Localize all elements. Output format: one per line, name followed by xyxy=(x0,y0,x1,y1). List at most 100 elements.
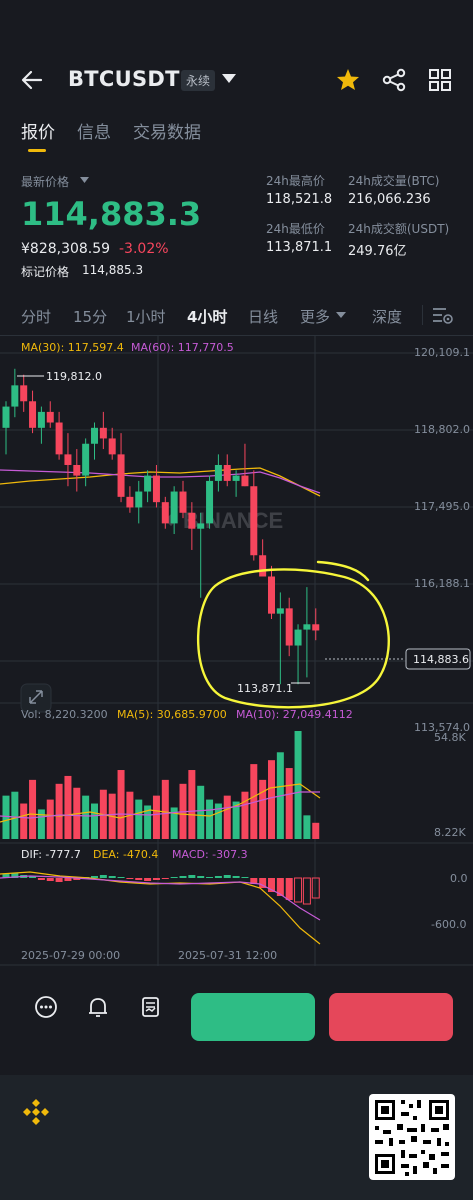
macd-bar xyxy=(179,876,187,878)
candle-body xyxy=(73,464,81,476)
chart-settings-icon[interactable] xyxy=(432,306,454,326)
low-marker-label: 113,871.1 xyxy=(237,682,293,695)
tab-info[interactable]: 信息 xyxy=(77,118,111,143)
macd-bar xyxy=(294,877,303,903)
candle-body xyxy=(241,475,249,487)
alert-action[interactable] xyxy=(73,995,123,1023)
grid-trade-icon xyxy=(142,997,159,1017)
macd-bar xyxy=(311,877,320,899)
qr-code-pattern xyxy=(375,1100,449,1176)
price-axis-label: 117,495.0 xyxy=(414,500,470,513)
price-axis-label: 118,802.0 xyxy=(414,423,470,436)
macd-axis-label: -600.0 xyxy=(431,918,466,931)
symbol-title[interactable]: BTCUSDT xyxy=(68,67,180,91)
candle-body xyxy=(268,576,275,614)
mark-price-value: 114,885.3 xyxy=(82,263,144,277)
back-arrow-icon[interactable] xyxy=(21,70,43,90)
last-price: 114,883.3 xyxy=(21,195,202,233)
candle-body xyxy=(11,385,19,407)
volume-bar xyxy=(188,770,196,839)
share-icon[interactable] xyxy=(382,68,406,92)
close-position-button[interactable] xyxy=(329,993,453,1041)
vol-label: Vol: 8,220.3200 xyxy=(21,708,108,721)
macd-bar xyxy=(55,878,63,882)
last-price-label[interactable]: 最新价格 xyxy=(21,173,69,190)
candle-body xyxy=(55,422,63,455)
tab-quote[interactable]: 报价 xyxy=(21,118,55,143)
vol-usdt-label: 24h成交额(USDT) xyxy=(348,222,450,236)
more-dots-icon xyxy=(35,996,57,1018)
dea-label: DEA: -470.4 xyxy=(93,848,158,861)
interval-depth[interactable]: 深度 xyxy=(372,306,402,327)
watermark-text: BINANCE xyxy=(183,508,283,533)
active-tab-indicator xyxy=(28,149,46,152)
interval-time[interactable]: 分时 xyxy=(21,306,51,327)
volume-bar xyxy=(152,795,160,839)
candle-body xyxy=(152,475,160,503)
more-caret-icon[interactable] xyxy=(336,312,346,318)
macd-bar xyxy=(188,875,196,878)
grid-icon[interactable] xyxy=(429,69,451,91)
star-icon[interactable] xyxy=(336,68,360,91)
dif-label: DIF: -777.7 xyxy=(21,848,81,861)
open-position-button[interactable] xyxy=(191,993,315,1041)
tab-trading-data[interactable]: 交易数据 xyxy=(133,118,201,143)
candle-body xyxy=(99,427,107,439)
candle-body xyxy=(197,523,205,529)
macd-bar xyxy=(108,876,116,878)
volume-bar xyxy=(64,775,72,839)
candle-body xyxy=(312,624,320,631)
header-bar: BTCUSDT 永续 xyxy=(0,50,473,110)
qr-code xyxy=(369,1094,455,1180)
macd-bar xyxy=(152,878,160,880)
interval-1d[interactable]: 日线 xyxy=(248,306,278,327)
candle-body xyxy=(259,555,267,577)
high-24h-value: 118,521.8 xyxy=(266,192,333,207)
macd-bar xyxy=(197,876,205,878)
ma30-label: MA(30): 117,597.4 xyxy=(21,341,124,354)
macd-bar xyxy=(241,877,249,878)
ma60-label: MA(60): 117,770.5 xyxy=(131,341,234,354)
volume-bar xyxy=(241,791,249,839)
change-percent: -3.02% xyxy=(119,241,169,257)
vol-ma10-label: MA(10): 27,049.4112 xyxy=(236,708,353,721)
interval-1h[interactable]: 1小时 xyxy=(126,306,166,327)
candlestick-chart[interactable]: BINANCE MA(30): 117,597.4 MA(60): 117,77… xyxy=(0,336,473,966)
macd-bar xyxy=(223,875,231,878)
interval-divider xyxy=(422,305,423,325)
candle-body xyxy=(223,464,231,481)
volume-bar xyxy=(161,779,169,839)
candle-body xyxy=(64,454,72,465)
high-marker-label: 119,812.0 xyxy=(46,370,102,383)
interval-4h[interactable]: 4小时 xyxy=(187,306,227,327)
low-24h-label: 24h最低价 xyxy=(266,222,325,236)
macd-bar xyxy=(232,876,240,878)
macd-bar xyxy=(46,878,54,881)
volume-bar xyxy=(37,809,45,839)
volume-bar xyxy=(46,799,54,839)
grid-trade-action[interactable] xyxy=(126,995,176,1023)
macd-bar xyxy=(144,878,152,881)
volume-bar xyxy=(82,795,90,839)
volume-bar xyxy=(91,803,98,839)
interval-15m[interactable]: 15分 xyxy=(73,306,107,327)
volume-bar xyxy=(285,768,293,839)
vol-btc-value: 216,066.236 xyxy=(348,192,431,207)
macd-bar xyxy=(135,878,143,880)
caret-down-icon[interactable] xyxy=(80,177,89,183)
macd-bar xyxy=(206,877,214,878)
current-price-tag-text: 114,883.6 xyxy=(413,653,469,666)
macd-bar xyxy=(161,878,169,879)
macd-bar xyxy=(170,877,178,878)
candle-body xyxy=(179,491,187,513)
candle-body xyxy=(170,491,178,524)
candle-body xyxy=(117,454,125,497)
macd-bar xyxy=(99,875,107,878)
dropdown-caret-icon[interactable] xyxy=(222,74,236,84)
macd-label: MACD: -307.3 xyxy=(172,848,248,861)
time-axis-label: 2025-07-29 00:00 xyxy=(21,949,120,962)
candle-body xyxy=(214,464,222,481)
more-action[interactable] xyxy=(21,995,71,1023)
interval-more[interactable]: 更多 xyxy=(300,306,330,327)
macd-bar xyxy=(117,877,125,878)
